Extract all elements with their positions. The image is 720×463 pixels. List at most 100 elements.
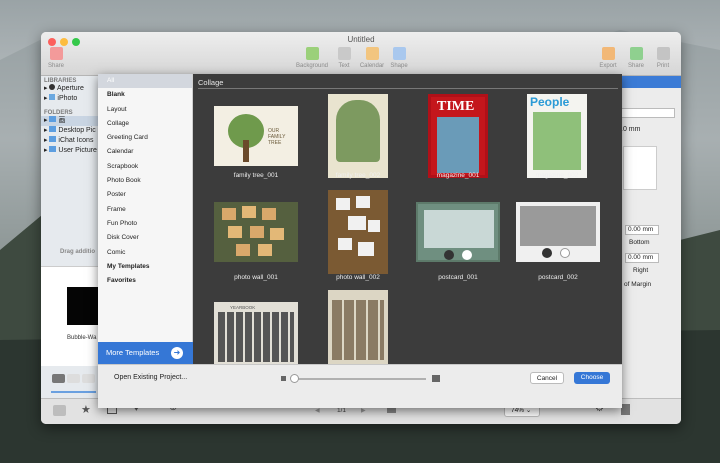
postcard-photo [520,206,596,246]
category-comic[interactable]: Comic [98,246,192,260]
mm-value: .0 mm [621,126,641,133]
template-photo-wall-002[interactable] [328,190,388,274]
list-view-icon[interactable] [67,374,80,383]
category-greeting-card[interactable]: Greeting Card [98,131,192,145]
photo-frame [368,220,380,232]
arrow-right-icon[interactable] [560,248,570,258]
preview-label: Bubble-Wa [67,335,97,341]
template-family-tree-002[interactable] [328,94,388,178]
yearbook-photos [218,312,294,362]
category-all[interactable]: All [98,74,192,89]
arrow-right-icon[interactable] [462,250,472,260]
title-bar: Untitled Share Background Text Calendar … [41,32,681,76]
section-divider [198,88,618,89]
category-calendar[interactable]: Calendar [98,145,192,159]
template-photo-wall-001[interactable] [214,202,298,262]
preview-thumbnail[interactable] [67,287,100,325]
cancel-button[interactable]: Cancel [530,372,564,384]
right-panel-preview [623,146,657,190]
template-caption: magazine_002 [535,172,579,179]
category-collage[interactable]: Collage [98,117,192,131]
size-slider[interactable] [51,391,96,393]
document-icon[interactable] [621,404,630,415]
arrow-left-icon[interactable] [542,248,552,258]
photo-frame [338,238,352,250]
category-disk-cover[interactable]: Disk Cover [98,231,192,245]
template-grid: Collage OUR FAMILY TREE family tree_001 … [194,74,622,364]
template-caption: photo wall_002 [336,274,380,281]
more-templates-button[interactable]: More Templates ➜ [98,342,193,364]
drag-hint: Drag additio [60,249,96,255]
photo-frame [236,244,250,256]
photo-frame [228,226,242,238]
toolbar-print-button[interactable]: Print [646,47,680,69]
left-sidebar: LIBRARIES ▸ Aperture ▸ iPhoto FOLDERS ▸ … [41,76,101,398]
folder-icon [49,126,57,132]
category-layout[interactable]: Layout [98,103,192,117]
page-indicator: 1/1 [337,407,347,414]
library-item-aperture[interactable]: ▸ Aperture [41,84,100,94]
slider-knob[interactable] [290,374,299,383]
photo-frame [336,198,350,210]
folder-icon [49,146,57,152]
template-caption: postcard_001 [438,274,478,281]
photo-frame [348,216,366,230]
category-scrapbook[interactable]: Scrapbook [98,160,192,174]
folder-item-0[interactable]: ▸ 画 [41,116,100,126]
shape-icon [392,47,406,60]
toolbar-share-button[interactable]: Share [41,47,73,69]
next-page-icon[interactable]: ▶ [361,407,366,414]
star-icon[interactable]: ★ [81,403,91,416]
template-caption: family tree_002 [335,172,381,179]
template-photo-collage[interactable] [328,290,388,364]
template-yearbook[interactable]: YEARBOOK [214,302,298,364]
category-favorites[interactable]: Favorites [98,274,192,288]
right-panel-select[interactable] [615,108,675,118]
photo-frame [222,208,236,220]
template-magazine-002[interactable]: People [527,94,587,178]
photo-frame [242,206,256,218]
photo-frame [356,196,370,208]
column-view-icon[interactable] [82,374,95,383]
grid-view-icon[interactable] [52,374,65,383]
library-item-iphoto[interactable]: ▸ iPhoto [41,94,100,104]
image-tool-icon[interactable] [53,405,66,416]
template-family-tree-001[interactable]: OUR FAMILY TREE [214,106,298,166]
template-magazine-001[interactable]: TIME [428,94,488,178]
arrow-left-icon[interactable] [444,250,454,260]
category-list: All Blank Layout Collage Greeting Card C… [98,74,193,364]
open-existing-project-link[interactable]: Open Existing Project... [114,374,187,381]
folder-item-user-pictures[interactable]: ▸ User Picture [41,146,100,156]
bottom-margin-field[interactable]: 0.00 mm [625,225,659,235]
folder-item-ichat[interactable]: ▸ iChat Icons [41,136,100,146]
prev-page-icon[interactable]: ◀ [315,407,320,414]
choose-button[interactable]: Choose [574,372,610,384]
right-margin-field[interactable]: 0.00 mm [625,253,659,263]
window-title: Untitled [347,35,375,44]
trunk-graphic [243,140,249,162]
right-label: Right [633,267,649,274]
thumbnail-size-slider[interactable] [294,378,426,380]
small-size-icon [281,376,286,381]
toolbar-background-button[interactable]: Background [295,47,329,69]
toolbar-shape-button[interactable]: Shape [382,47,416,69]
large-size-icon [432,375,440,382]
category-fun-photo[interactable]: Fun Photo [98,217,192,231]
template-caption: family tree_001 [233,172,279,179]
template-caption: postcard_002 [538,274,578,281]
folder-item-desktop[interactable]: ▸ Desktop Pic [41,126,100,136]
share-icon [49,47,63,60]
family-tree-text: OUR FAMILY TREE [268,128,286,146]
template-postcard-002[interactable] [516,202,600,262]
folder-icon [49,136,57,142]
category-my-templates[interactable]: My Templates [98,260,192,274]
category-photo-book[interactable]: Photo Book [98,174,192,188]
collage-photos [332,300,384,360]
folder-icon [49,116,57,122]
template-postcard-001[interactable] [416,202,500,262]
category-poster[interactable]: Poster [98,188,192,202]
category-frame[interactable]: Frame [98,203,192,217]
photo-frame [358,242,374,256]
magazine-photo [533,112,581,170]
category-blank[interactable]: Blank [98,88,192,102]
